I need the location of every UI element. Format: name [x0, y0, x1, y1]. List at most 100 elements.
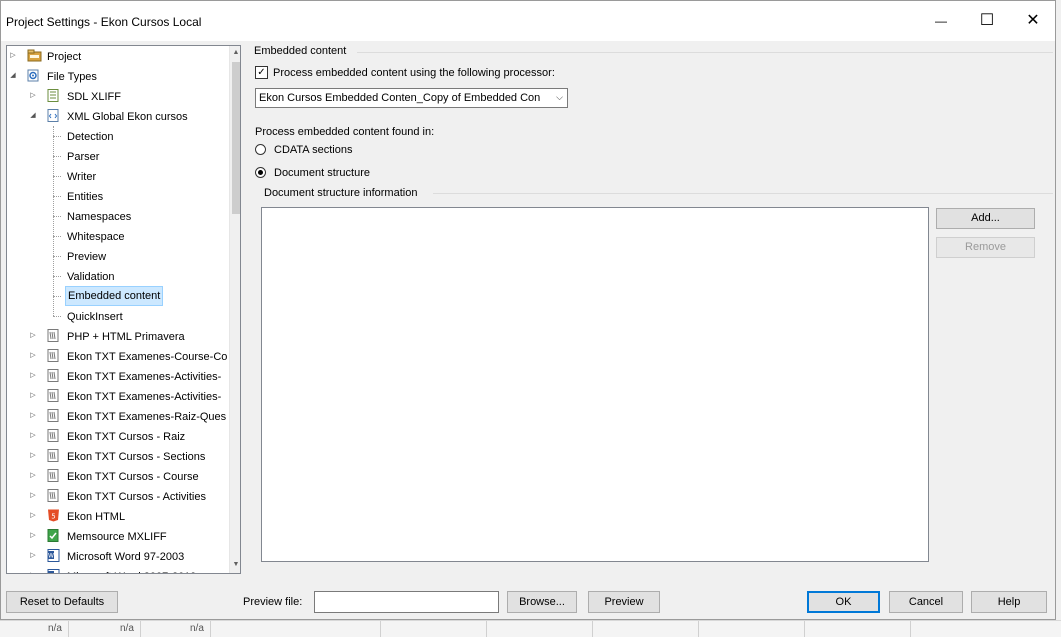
tree-connector	[53, 236, 61, 237]
chevron-down-icon: ⌵	[556, 92, 563, 102]
tree-item-label: Ekon TXT Cursos - Raiz	[67, 431, 186, 443]
background-grid-separator	[804, 621, 805, 637]
process-embedded-checkbox[interactable]: ✓	[255, 66, 268, 79]
cancel-button[interactable]: Cancel	[889, 591, 963, 613]
radio-document-structure[interactable]	[255, 167, 266, 178]
radio-cdata-label: CDATA sections	[274, 144, 353, 156]
tree-connector	[53, 196, 61, 197]
document-structure-list[interactable]	[261, 207, 929, 562]
txt-icon	[47, 449, 60, 462]
collapsed-triangle-icon[interactable]: ▷	[29, 326, 37, 346]
tree-item-label: XML Global Ekon cursos	[67, 111, 188, 123]
tree-item-label: Namespaces	[67, 211, 132, 223]
tree-item-label: File Types	[47, 71, 97, 83]
collapsed-triangle-icon[interactable]: ▷	[29, 346, 37, 366]
settings-tree[interactable]: ▷WMicrosoft Word 2007-2019▷WMicrosoft Wo…	[6, 45, 241, 574]
tree-item-label: Preview	[67, 251, 107, 263]
minimize-button[interactable]: —	[918, 1, 964, 41]
background-grid-separator	[68, 621, 69, 637]
collapsed-triangle-icon[interactable]: ▷	[29, 366, 37, 386]
collapsed-triangle-icon[interactable]: ▷	[29, 466, 37, 486]
collapsed-triangle-icon[interactable]: ▷	[29, 526, 37, 546]
tree-item-label: Ekon TXT Examenes-Course-Co	[67, 351, 228, 363]
expanded-triangle-icon[interactable]: ◢	[9, 66, 17, 86]
radio-cdata-sections[interactable]	[255, 144, 266, 155]
processor-dropdown[interactable]: Ekon Cursos Embedded Conten_Copy of Embe…	[255, 88, 568, 108]
background-grid-separator	[210, 621, 211, 637]
tree-item-label: Project	[47, 51, 82, 63]
collapsed-triangle-icon[interactable]: ▷	[29, 426, 37, 446]
scroll-up-icon[interactable]: ▲	[230, 46, 240, 60]
background-grid-separator	[140, 621, 141, 637]
background-cell: n/a	[48, 623, 62, 634]
tree-guide-line	[53, 126, 54, 316]
tree-connector	[53, 136, 61, 137]
add-button[interactable]: Add...	[936, 208, 1035, 229]
background-grid-separator	[910, 621, 911, 637]
tree-item-label: Writer	[67, 171, 97, 183]
tree-item-label: Detection	[67, 131, 114, 143]
remove-button[interactable]: Remove	[936, 237, 1035, 258]
maximize-button[interactable]: ☐	[964, 1, 1010, 41]
maximize-icon: ☐	[979, 12, 995, 29]
tree-connector	[53, 276, 61, 277]
processor-dropdown-value: Ekon Cursos Embedded Conten_Copy of Embe…	[259, 92, 541, 104]
collapsed-triangle-icon[interactable]: ▷	[29, 86, 37, 106]
tree-item-label: Microsoft Word 97-2003	[67, 551, 185, 563]
tree-item-label: Ekon TXT Cursos - Activities	[67, 491, 206, 503]
txt-icon	[47, 409, 60, 422]
preview-button[interactable]: Preview	[588, 591, 660, 613]
close-icon: ✕	[1026, 12, 1040, 29]
tree-item-label: Whitespace	[67, 231, 125, 243]
expanded-triangle-icon[interactable]: ◢	[29, 106, 37, 126]
scroll-down-icon[interactable]: ▼	[230, 558, 240, 572]
tree-item-label: Ekon TXT Cursos - Sections	[67, 451, 206, 463]
help-button[interactable]: Help	[971, 591, 1047, 613]
word-icon: W	[47, 549, 60, 562]
structure-info-group-title: Document structure information	[264, 187, 418, 199]
collapsed-triangle-icon[interactable]: ▷	[29, 386, 37, 406]
close-button[interactable]: ✕	[1010, 1, 1056, 41]
background-grid-separator	[592, 621, 593, 637]
title-bar: Project Settings - Ekon Cursos Local — ☐…	[1, 1, 1055, 41]
collapsed-triangle-icon[interactable]: ▷	[9, 46, 17, 66]
background-grid-separator	[380, 621, 381, 637]
background-grid-separator	[486, 621, 487, 637]
collapsed-triangle-icon[interactable]: ▷	[29, 546, 37, 566]
window-title: Project Settings - Ekon Cursos Local	[6, 15, 202, 29]
tree-vertical-scrollbar[interactable]: ▲ ▼	[229, 46, 240, 573]
xliff-icon	[47, 89, 60, 102]
txt-icon	[47, 369, 60, 382]
collapsed-triangle-icon[interactable]: ▷	[29, 506, 37, 526]
collapsed-triangle-icon[interactable]: ▷	[29, 566, 37, 573]
preview-file-input[interactable]	[314, 591, 499, 613]
scroll-thumb[interactable]	[232, 62, 240, 214]
process-embedded-label: Process embedded content using the follo…	[273, 67, 555, 79]
background-window-edge	[1056, 0, 1061, 620]
project-settings-dialog: Project Settings - Ekon Cursos Local — ☐…	[0, 0, 1056, 620]
tree-item-label: Ekon TXT Examenes-Activities-	[67, 391, 222, 403]
collapsed-triangle-icon[interactable]: ▷	[29, 406, 37, 426]
tree-item-label: PHP + HTML Primavera	[67, 331, 185, 343]
group-divider	[357, 52, 1053, 53]
reset-to-defaults-button[interactable]: Reset to Defaults	[6, 591, 118, 613]
txt-icon	[47, 469, 60, 482]
tree-item-label: Ekon HTML	[67, 511, 126, 523]
collapsed-triangle-icon[interactable]: ▷	[29, 446, 37, 466]
tree-item-label: Ekon TXT Examenes-Activities-	[67, 371, 222, 383]
tree-item-label: Memsource MXLIFF	[67, 531, 167, 543]
ok-button[interactable]: OK	[807, 591, 880, 613]
radio-structure-label: Document structure	[274, 167, 370, 179]
html5-icon: 5	[47, 509, 60, 522]
tree-item-label: Validation	[67, 271, 115, 283]
browse-button[interactable]: Browse...	[507, 591, 577, 613]
background-cell: n/a	[120, 623, 134, 634]
mxliff-icon	[47, 529, 60, 542]
found-in-label: Process embedded content found in:	[255, 126, 435, 138]
tree-item-label: SDL XLIFF	[67, 91, 121, 103]
tree-connector	[53, 156, 61, 157]
collapsed-triangle-icon[interactable]: ▷	[29, 486, 37, 506]
tree-connector	[53, 296, 61, 297]
radio-selected-dot	[258, 170, 263, 175]
txt-icon	[47, 329, 60, 342]
